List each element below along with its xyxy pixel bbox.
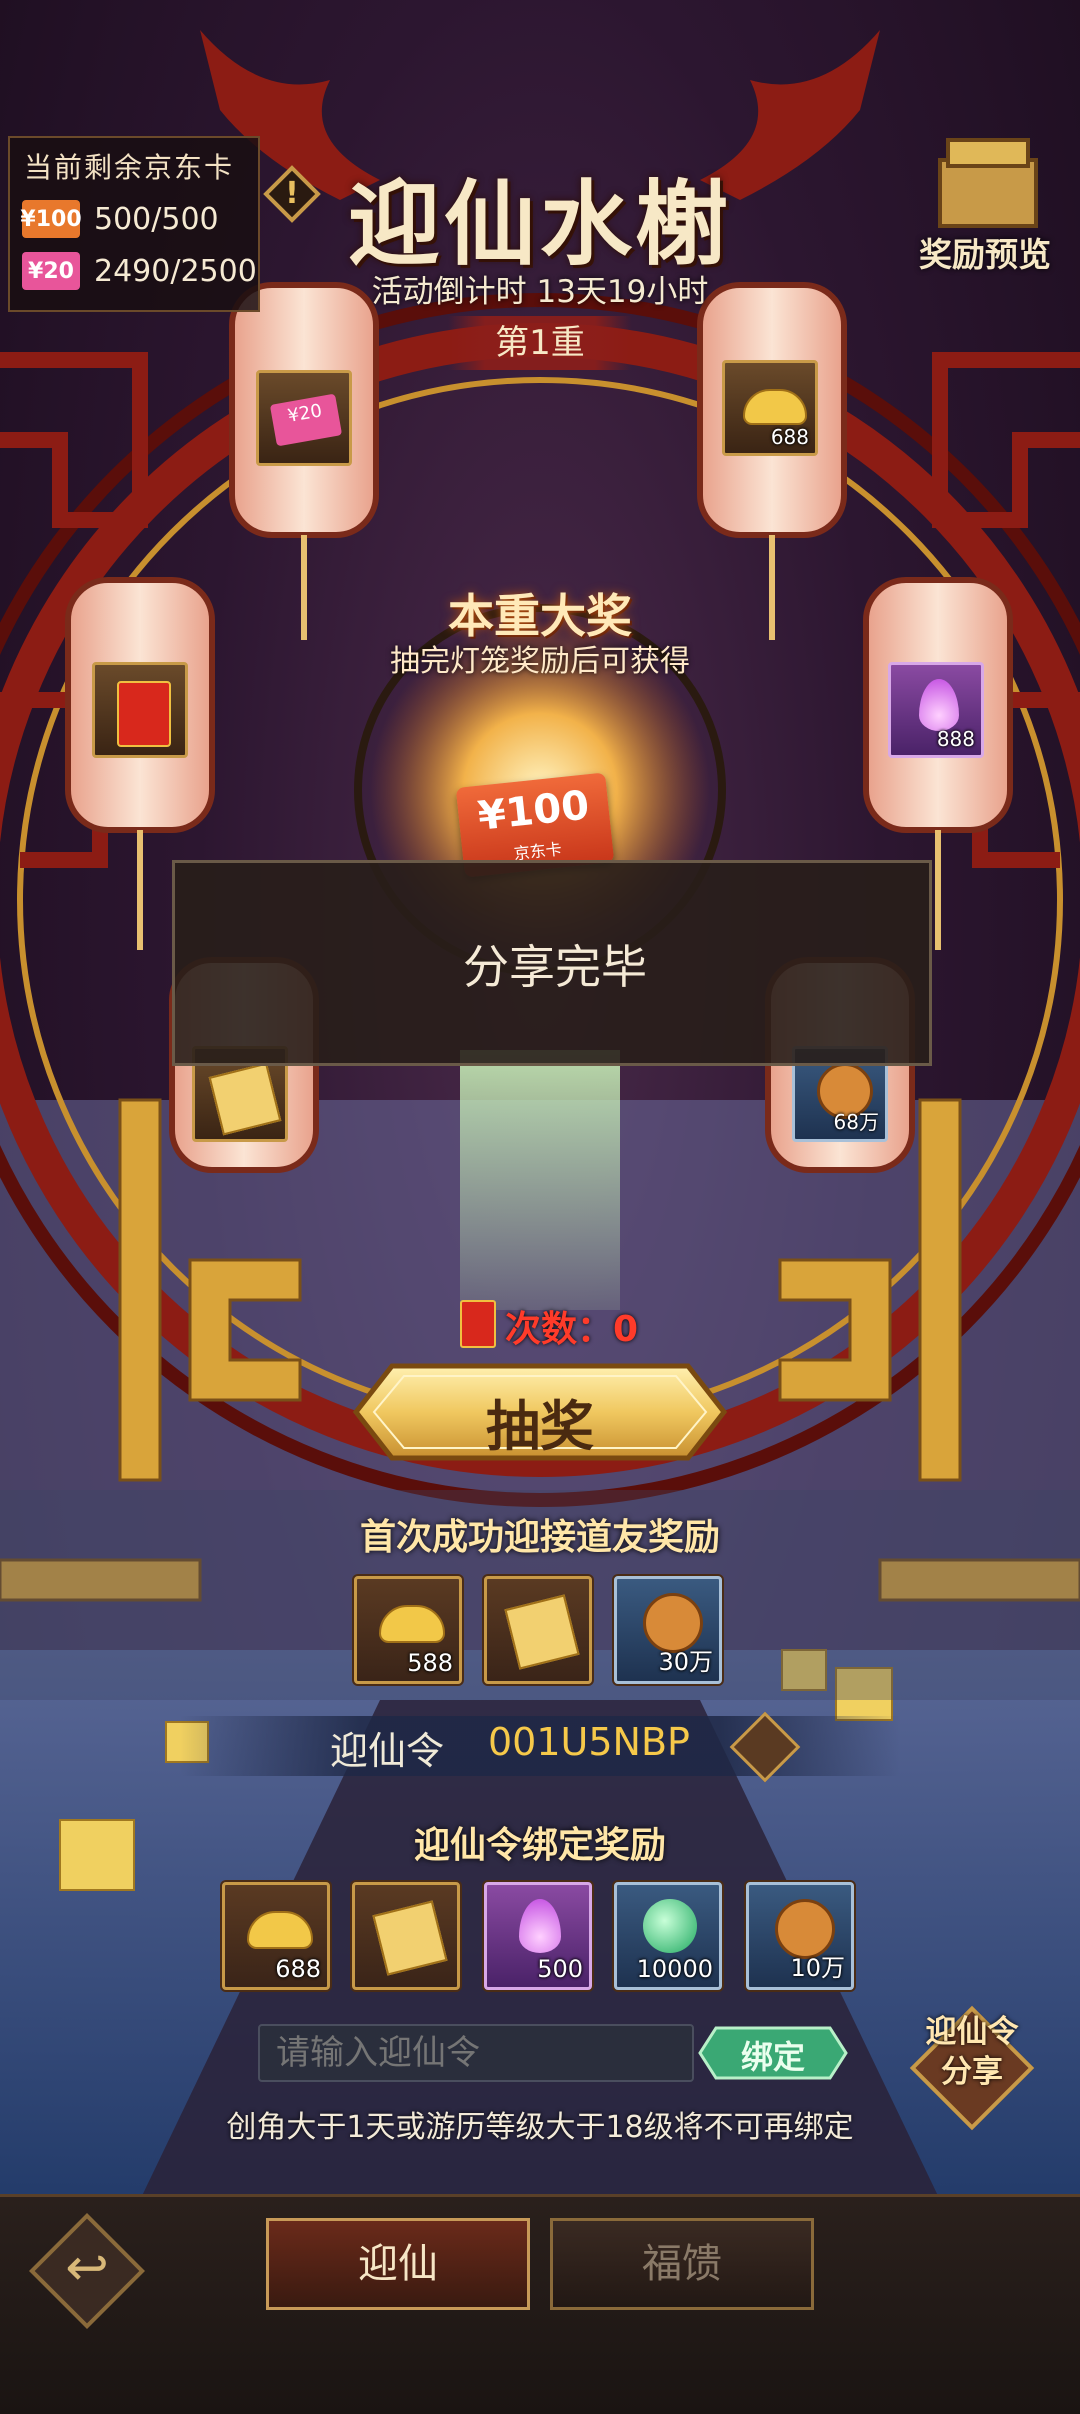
back-arrow-icon: ↩ [65, 2238, 109, 2298]
item-count: 588 [407, 1649, 453, 1677]
invite-code-label: 迎仙令 [330, 1729, 445, 1773]
item-count: 688 [770, 425, 809, 449]
bind-button[interactable]: 绑定 [698, 2026, 848, 2080]
draw-count: 次数：0 [505, 1309, 639, 1350]
lantern-item-envelope[interactable] [92, 662, 188, 758]
bind-warning-text: 创角大于1天或游历等级大于18级将不可再绑定 [226, 2110, 854, 2145]
jd-card-20-icon: ¥20 [22, 252, 80, 290]
first-reward-item-gold[interactable]: 588 [354, 1576, 462, 1684]
jd-card-panel: 当前剩余京东卡 ¥100 500/500 ¥20 2490/2500 [8, 136, 260, 312]
grand-prize-subtitle: 抽完灯笼奖励后可获得 [390, 644, 690, 679]
first-reward-item-ticket[interactable] [484, 1576, 592, 1684]
jd-card-20-icon: ¥20 [269, 393, 343, 447]
red-envelope-icon [460, 1300, 496, 1348]
purple-flame-icon [519, 1899, 561, 1953]
lantern-item-flame[interactable]: 888 [888, 662, 984, 758]
share-code-label[interactable]: 迎仙令分享 [912, 2012, 1032, 2092]
gold-ticket-icon [504, 1594, 580, 1670]
lantern-item-gold[interactable]: 688 [722, 360, 818, 456]
invite-code-value: 001U5NBP [488, 1720, 690, 1764]
bind-reward-item-ticket[interactable] [352, 1882, 460, 1990]
tab-fukui[interactable]: 福馈 [550, 2218, 814, 2310]
bind-reward-item-orb[interactable]: 10000 [614, 1882, 722, 1990]
item-count: 68万 [833, 1110, 879, 1134]
bind-reward-item-gold[interactable]: 688 [222, 1882, 330, 1990]
gold-ingot-icon [379, 1605, 445, 1643]
bind-reward-item-coin[interactable]: 10万 [746, 1882, 854, 1990]
gold-ingot-icon [247, 1911, 313, 1949]
item-count: 30万 [658, 1648, 713, 1676]
card-remaining-20: 2490/2500 [94, 253, 257, 289]
jd-card-100-icon: ¥100 [20, 200, 82, 238]
treasure-chest-icon [940, 140, 1036, 236]
bind-button-label: 绑定 [740, 2038, 805, 2076]
game-screen: ! 当前剩余京东卡 ¥100 500/500 ¥20 2490/2500 迎仙水… [0, 0, 1080, 2414]
item-count: 888 [936, 727, 975, 751]
lantern-item-jd20[interactable]: ¥20 [256, 370, 352, 466]
gold-ingot-icon [743, 389, 807, 425]
toast-text: 分享完毕 [463, 940, 647, 994]
green-orb-icon [643, 1899, 697, 1953]
bind-reward-item-flame[interactable]: 500 [484, 1882, 592, 1990]
card-row-100: ¥100 500/500 [20, 198, 219, 240]
toast-message: 分享完毕 [172, 860, 932, 1066]
back-button[interactable]: ↩ [24, 2208, 150, 2334]
info-icon[interactable]: ! [266, 168, 318, 220]
gold-ticket-icon [372, 1900, 448, 1976]
card-row-20: ¥20 2490/2500 [22, 250, 257, 292]
bottom-bar [0, 2194, 1080, 2414]
red-envelope-icon [117, 681, 171, 747]
page-title: 迎仙水榭 [347, 170, 732, 278]
draw-button-label: 抽奖 [486, 1394, 594, 1458]
card-panel-title: 当前剩余京东卡 [24, 151, 235, 184]
gold-ticket-icon [208, 1062, 282, 1136]
draw-button[interactable]: 抽奖 [352, 1362, 728, 1462]
purple-flame-icon [919, 679, 959, 731]
first-reward-title: 首次成功迎接道友奖励 [359, 1517, 720, 1558]
first-reward-item-coin[interactable]: 30万 [614, 1576, 722, 1684]
invite-code-input[interactable] [258, 2024, 694, 2082]
tab-yingxian[interactable]: 迎仙 [266, 2218, 530, 2310]
item-count: 10000 [636, 1955, 713, 1983]
tier-label: 第1重 [448, 316, 632, 370]
card-remaining-100: 500/500 [94, 201, 219, 237]
reward-preview-label[interactable]: 奖励预览 [900, 228, 1070, 276]
item-count: 688 [275, 1955, 321, 1983]
item-count: 500 [537, 1955, 583, 1983]
bind-reward-title: 迎仙令绑定奖励 [413, 1825, 666, 1866]
countdown-text: 活动倒计时 13天19小时 [371, 274, 709, 310]
item-count: 10万 [790, 1954, 845, 1982]
